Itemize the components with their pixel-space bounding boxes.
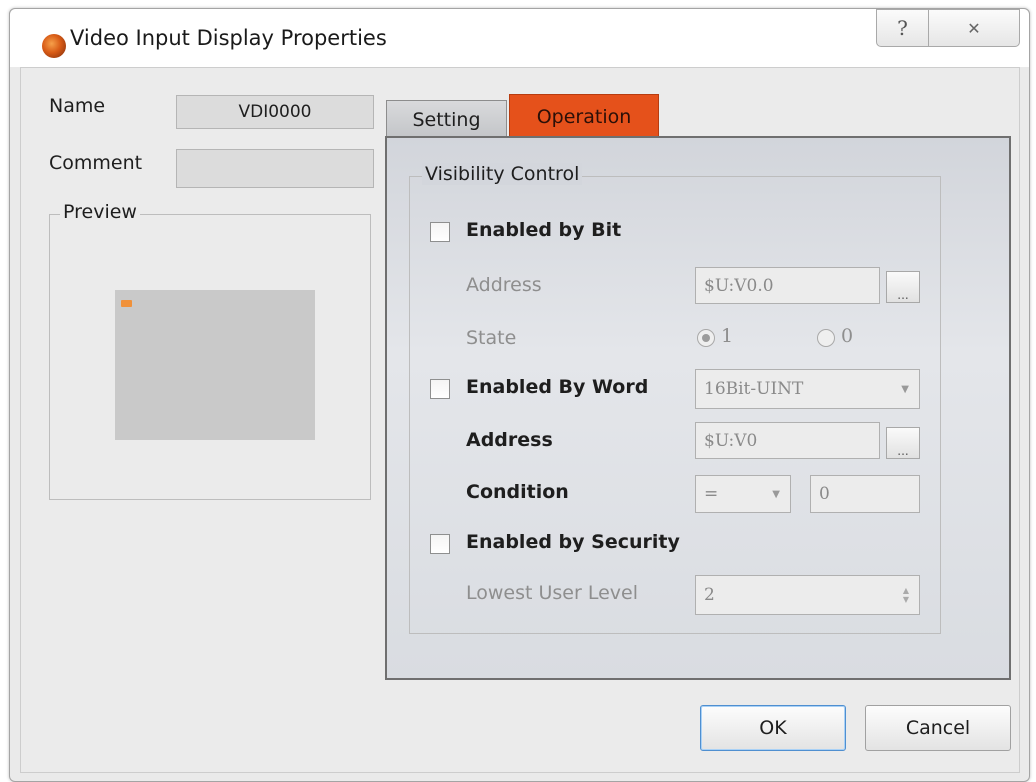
preview-widget	[115, 290, 315, 440]
enabled-by-word-checkbox[interactable]	[430, 379, 450, 399]
lowest-user-level-label: Lowest User Level	[466, 582, 638, 604]
condition-value-input[interactable]: 0	[810, 475, 920, 513]
video-icon	[121, 300, 132, 307]
condition-operator-select[interactable]: = ▼	[695, 475, 791, 513]
word-type-select[interactable]: 16Bit-UINT ▼	[695, 369, 920, 409]
state-option-0-label: 0	[841, 325, 854, 347]
name-label: Name	[49, 95, 106, 117]
state-radio-1[interactable]	[697, 329, 715, 347]
lowest-user-level-value: 2	[704, 585, 715, 605]
spinner-arrows-icon: ▲ ▼	[902, 586, 909, 604]
operation-panel: Visibility Control Enabled by Bit Addres…	[385, 136, 1011, 680]
close-button[interactable]: ✕	[928, 9, 1020, 47]
enabled-by-security-checkbox[interactable]	[430, 534, 450, 554]
bit-address-label: Address	[466, 274, 542, 296]
state-label: State	[466, 327, 517, 349]
preview-title: Preview	[60, 201, 140, 223]
lowest-user-level-spinner[interactable]: 2 ▲ ▼	[695, 575, 920, 615]
word-type-value: 16Bit-UINT	[704, 379, 804, 399]
state-radio-0[interactable]	[817, 329, 835, 347]
word-address-input[interactable]: $U:V0	[695, 422, 880, 459]
title-bar: Video Input Display Properties ? ✕	[10, 9, 1029, 67]
bit-address-browse-button[interactable]: ...	[886, 271, 920, 303]
enabled-by-word-label: Enabled By Word	[466, 376, 649, 398]
comment-field[interactable]	[176, 149, 374, 188]
ok-button[interactable]: OK	[700, 705, 846, 751]
preview-group: Preview	[49, 201, 371, 500]
chevron-down-icon: ▼	[901, 383, 909, 395]
cancel-button[interactable]: Cancel	[865, 705, 1011, 751]
window-title: Video Input Display Properties	[70, 26, 387, 50]
enabled-by-bit-label: Enabled by Bit	[466, 219, 622, 241]
state-option-1-label: 1	[721, 325, 734, 347]
word-address-label: Address	[466, 429, 553, 451]
dialog-body: Name VDI0000 Comment Preview Setting Ope…	[20, 67, 1020, 773]
app-icon	[42, 34, 66, 58]
enabled-by-bit-checkbox[interactable]	[430, 222, 450, 242]
chevron-down-icon: ▼	[772, 488, 780, 500]
enabled-by-security-label: Enabled by Security	[466, 531, 680, 553]
help-icon: ?	[897, 16, 908, 40]
dialog-window: Video Input Display Properties ? ✕ Name …	[9, 8, 1030, 782]
close-icon: ✕	[967, 18, 981, 38]
name-field[interactable]: VDI0000	[176, 95, 374, 129]
visibility-control-group: Visibility Control Enabled by Bit Addres…	[409, 163, 941, 634]
condition-label: Condition	[466, 481, 569, 503]
word-address-browse-button[interactable]: ...	[886, 427, 920, 459]
tab-operation[interactable]: Operation	[509, 94, 659, 138]
condition-operator-value: =	[704, 484, 719, 504]
help-button[interactable]: ?	[876, 9, 929, 47]
tab-setting[interactable]: Setting	[386, 100, 507, 138]
bit-address-input[interactable]: $U:V0.0	[695, 267, 880, 304]
visibility-control-title: Visibility Control	[422, 163, 583, 185]
comment-label: Comment	[49, 152, 143, 174]
